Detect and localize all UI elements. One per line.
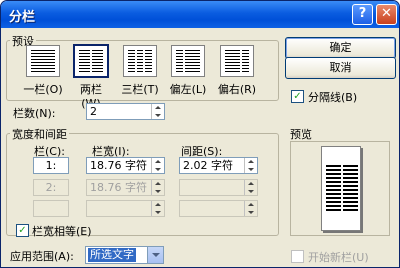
columns-dialog: 分栏 ? ✕ 预设 一栏(O) 两栏(W) 三栏(T) 偏左(L) 偏右(R) … [0,0,400,268]
column-spacing-1-value: 2.02 字符 [183,159,233,172]
equal-width-checkbox[interactable]: ✓ [16,224,29,237]
width-spacing-group-label: 宽度和间距 [10,126,69,142]
column-lines-icon [31,50,55,72]
separator-checkbox[interactable]: ✓ [291,90,304,103]
title-bar: 分栏 ? ✕ [1,1,399,28]
new-column-label: 开始新栏(U) [308,251,369,264]
column-number-3 [33,200,69,217]
column-spacing-2 [179,179,258,196]
ok-button[interactable]: 确定 [285,37,396,59]
chevron-down-icon[interactable] [147,247,163,263]
apply-to-select[interactable]: 所选文字 [85,246,164,264]
preview-page [321,146,361,231]
spinner-icon [151,180,164,195]
preview-column-left [326,165,341,213]
apply-to-value: 所选文字 [88,248,136,262]
spinner-icon[interactable] [151,104,164,119]
spinner-icon [244,180,257,195]
column-lines-icon [128,50,135,72]
column-number-2: 2: [33,179,69,196]
column-width-2: 18.76 字符 [86,179,165,196]
preset-right[interactable] [220,45,254,77]
column-lines-icon [145,50,153,72]
cancel-button[interactable]: 取消 [285,57,396,79]
column-spacing-1[interactable]: 2.02 字符 [179,157,258,174]
preset-one-column[interactable] [26,45,60,77]
preview-column-right [343,165,358,213]
help-button[interactable]: ? [352,4,373,25]
preview-label: 预览 [290,128,312,141]
preset-label-one: 一栏(O) [23,83,63,96]
column-lines-icon [92,50,103,72]
separator-label: 分隔线(B) [308,91,358,104]
columns-count-label: 栏数(N): [13,107,56,120]
preset-two-columns[interactable] [73,44,109,78]
spinner-icon[interactable] [244,158,257,173]
preset-label-left: 偏左(L) [169,83,207,96]
columns-count-value: 2 [90,105,97,118]
column-lines-icon [184,50,200,72]
apply-to-label: 应用范围(A): [10,250,74,263]
column-number-1: 1: [33,157,69,174]
preset-label-three: 三栏(T) [121,83,159,96]
column-lines-icon [79,50,90,72]
column-width-1[interactable]: 18.76 字符 [86,157,165,174]
preset-label-right: 偏右(R) [217,83,257,96]
column-lines-icon [242,50,249,72]
preset-left[interactable] [171,45,205,77]
columns-count-field[interactable]: 2 [86,103,165,120]
preset-three-columns[interactable] [123,45,157,77]
column-lines-icon [136,50,144,72]
column-lines-icon [225,50,241,72]
spinner-icon[interactable] [151,158,164,173]
spinner-icon [244,201,257,216]
column-width-3 [86,200,165,217]
new-column-checkbox [291,250,304,263]
column-width-1-value: 18.76 字符 [90,159,147,172]
column-spacing-3 [179,200,258,217]
column-lines-icon [176,50,183,72]
dialog-title: 分栏 [9,10,36,25]
close-button[interactable]: ✕ [376,4,397,25]
equal-width-label: 栏宽相等(E) [32,225,92,238]
spinner-icon [151,201,164,216]
column-width-2-value: 18.76 字符 [90,181,147,194]
